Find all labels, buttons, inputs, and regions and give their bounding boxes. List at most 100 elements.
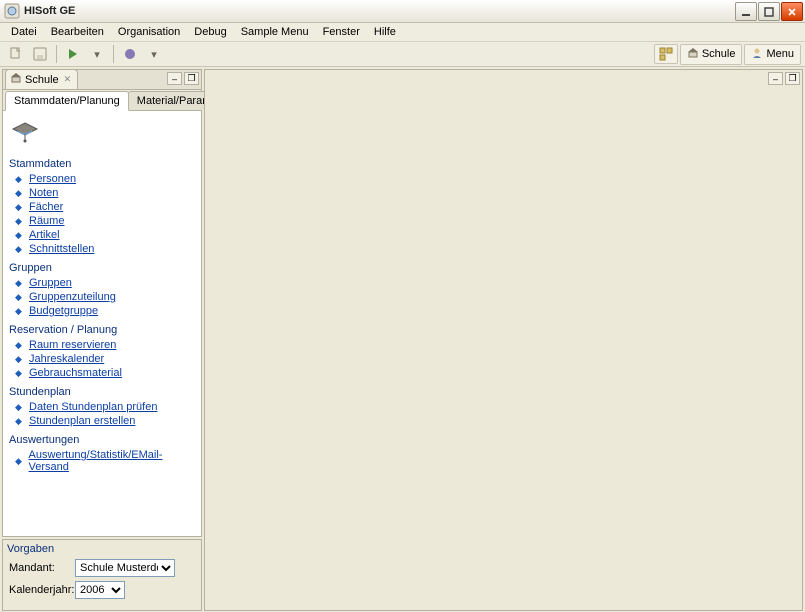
nav-link-schnittstellen[interactable]: ◆Schnittstellen xyxy=(9,242,195,256)
arrow-icon: ◆ xyxy=(15,402,25,413)
close-button[interactable] xyxy=(781,2,803,21)
menu-organisation[interactable]: Organisation xyxy=(111,24,187,40)
arrow-icon: ◆ xyxy=(15,416,25,427)
link-label[interactable]: Daten Stundenplan prüfen xyxy=(29,401,157,413)
arrow-icon: ◆ xyxy=(15,174,25,185)
editor-area: – ❐ xyxy=(204,69,803,611)
toolbar-dropdown-icon[interactable]: ▾ xyxy=(144,44,164,64)
section-title: Reservation / Planung xyxy=(9,324,195,336)
link-label[interactable]: Artikel xyxy=(29,229,60,241)
nav-link-gruppen[interactable]: ◆ Gruppen xyxy=(9,276,195,290)
nav-link-personen[interactable]: ◆ Personen xyxy=(9,172,195,186)
perspective-menu-label: Menu xyxy=(766,48,794,60)
arrow-icon: ◆ xyxy=(15,216,25,227)
link-label[interactable]: Noten xyxy=(29,187,58,199)
menu-bearbeiten[interactable]: Bearbeiten xyxy=(44,24,111,40)
menu-sample[interactable]: Sample Menu xyxy=(234,24,316,40)
perspective-schule[interactable]: Schule xyxy=(680,44,743,65)
link-label[interactable]: Gebrauchsmaterial xyxy=(29,367,122,379)
section-title: Stundenplan xyxy=(9,386,195,398)
perspective-switcher-icon[interactable] xyxy=(654,44,678,64)
nav-link-raum-reservieren[interactable]: ◆ Raum reservieren xyxy=(9,338,195,352)
arrow-icon: ◆ xyxy=(15,340,25,351)
app-icon xyxy=(4,3,20,19)
kalenderjahr-row: Kalenderjahr: 2006 xyxy=(9,581,195,599)
menu-fenster[interactable]: Fenster xyxy=(316,24,367,40)
menubar: Datei Bearbeiten Organisation Debug Samp… xyxy=(0,23,805,42)
maximize-view-icon[interactable]: ❐ xyxy=(184,72,199,85)
toolbar-save-icon[interactable] xyxy=(30,44,50,64)
arrow-icon: ◆ xyxy=(15,188,25,199)
inner-tab-strip: Stammdaten/Planung Material/Parameter xyxy=(3,90,201,111)
link-label[interactable]: Auswertung/Statistik/EMail-Versand xyxy=(29,449,195,473)
arrow-icon: ◆ xyxy=(15,306,25,317)
mandant-select[interactable]: Schule Musterdorf xyxy=(75,559,175,577)
link-label[interactable]: Fächer xyxy=(29,201,63,213)
arrow-icon: ◆ xyxy=(15,354,25,365)
nav-link-faecher[interactable]: ◆ Fächer xyxy=(9,200,195,214)
arrow-icon: ◆ xyxy=(15,368,25,379)
mandant-row: Mandant: Schule Musterdorf xyxy=(9,559,195,577)
toolbar-run-icon[interactable] xyxy=(63,44,83,64)
titlebar: HISoft GE xyxy=(0,0,805,23)
toolbar-separator xyxy=(113,45,114,63)
kalenderjahr-label: Kalenderjahr: xyxy=(9,584,69,596)
nav-link-auswertung[interactable]: ◆Auswertung/Statistik/EMail-Versand xyxy=(9,448,195,474)
view-tab-schule[interactable]: Schule ✕ xyxy=(5,69,78,89)
menu-debug[interactable]: Debug xyxy=(187,24,233,40)
vorgaben-title: Vorgaben xyxy=(3,540,201,555)
section-title: Gruppen xyxy=(9,262,195,274)
toolbar-dropdown-icon[interactable]: ▾ xyxy=(87,44,107,64)
link-label[interactable]: Jahreskalender xyxy=(29,353,104,365)
nav-link-gebrauchsmaterial[interactable]: ◆ Gebrauchsmaterial xyxy=(9,366,195,380)
menu-hilfe[interactable]: Hilfe xyxy=(367,24,403,40)
mandant-label: Mandant: xyxy=(9,562,69,574)
left-column: Schule ✕ – ❐ Stammdaten/Planung Material… xyxy=(2,69,202,611)
nav-link-daten-stundenplan[interactable]: ◆ Daten Stundenplan prüfen xyxy=(9,400,195,414)
minimize-editor-icon[interactable]: – xyxy=(768,72,783,85)
toolbar-globe-icon[interactable] xyxy=(120,44,140,64)
link-label[interactable]: Raum reservieren xyxy=(29,339,116,351)
schule-view-panel: Schule ✕ – ❐ Stammdaten/Planung Material… xyxy=(2,69,202,537)
link-label[interactable]: Schnittstellen xyxy=(29,243,94,255)
nav-link-stundenplan-erstellen[interactable]: ◆ Stundenplan erstellen xyxy=(9,414,195,428)
toolbar-separator xyxy=(56,45,57,63)
arrow-icon: ◆ xyxy=(15,292,25,303)
nav-link-jahreskalender[interactable]: ◆ Jahreskalender xyxy=(9,352,195,366)
toolbar-new-icon[interactable] xyxy=(6,44,26,64)
maximize-button[interactable] xyxy=(758,2,780,21)
close-tab-icon[interactable]: ✕ xyxy=(64,74,72,85)
kalenderjahr-select[interactable]: 2006 xyxy=(75,581,125,599)
nav-link-gruppenzuteilung[interactable]: ◆ Gruppenzuteilung xyxy=(9,290,195,304)
main-area: Schule ✕ – ❐ Stammdaten/Planung Material… xyxy=(0,67,805,612)
nav-link-noten[interactable]: ◆ Noten xyxy=(9,186,195,200)
toolbar: ▾ ▾ Schule Menu xyxy=(0,42,805,67)
view-tab-label: Schule xyxy=(25,74,59,86)
link-label[interactable]: Stundenplan erstellen xyxy=(29,415,135,427)
school-icon xyxy=(10,72,22,87)
nav-link-budgetgruppe[interactable]: ◆ Budgetgruppe xyxy=(9,304,195,318)
arrow-icon: ◆ xyxy=(15,278,25,289)
link-label[interactable]: Gruppenzuteilung xyxy=(29,291,116,303)
navigation-tree: Stammdaten ◆Personen ◆Noten ◆Fächer ◆Räu… xyxy=(3,111,201,536)
view-tab-strip: Schule ✕ – ❐ xyxy=(3,70,201,90)
link-label[interactable]: Budgetgruppe xyxy=(29,305,98,317)
perspective-schule-label: Schule xyxy=(702,48,736,60)
link-label[interactable]: Räume xyxy=(29,215,64,227)
arrow-icon: ◆ xyxy=(15,202,25,213)
nav-link-artikel[interactable]: ◆ Artikel xyxy=(9,228,195,242)
menu-datei[interactable]: Datei xyxy=(4,24,44,40)
window-buttons xyxy=(735,2,803,21)
minimize-button[interactable] xyxy=(735,2,757,21)
link-label[interactable]: Gruppen xyxy=(29,277,72,289)
link-label[interactable]: Personen xyxy=(29,173,76,185)
minimize-view-icon[interactable]: – xyxy=(167,72,182,85)
section-title: Auswertungen xyxy=(9,434,195,446)
nav-link-raeume[interactable]: ◆ Räume xyxy=(9,214,195,228)
arrow-icon: ◆ xyxy=(15,230,25,241)
maximize-editor-icon[interactable]: ❐ xyxy=(785,72,800,85)
perspective-menu[interactable]: Menu xyxy=(744,44,801,65)
tab-stammdaten-planung[interactable]: Stammdaten/Planung xyxy=(5,91,129,111)
graduation-cap-icon xyxy=(11,121,195,148)
app-title: HISoft GE xyxy=(24,5,75,17)
